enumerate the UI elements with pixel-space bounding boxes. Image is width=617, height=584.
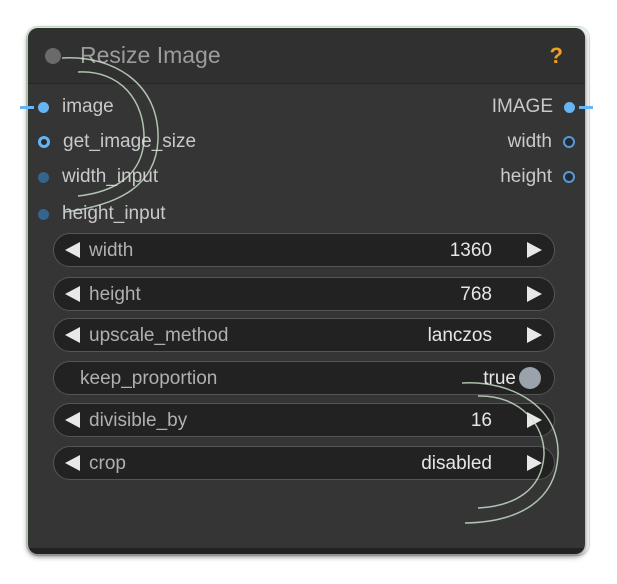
widget-divisible-by[interactable]: divisible_by 16: [53, 403, 555, 437]
input-slot-get-image-size[interactable]: get_image_size: [38, 128, 196, 156]
decrement-arrow-icon[interactable]: [65, 242, 80, 258]
output-slot-image[interactable]: IMAGE: [492, 93, 575, 121]
output-label: height: [500, 166, 552, 187]
output-connected-dot-icon[interactable]: [564, 101, 575, 113]
output-slot-width[interactable]: width: [508, 128, 575, 156]
widget-label: upscale_method: [89, 325, 229, 346]
input-dot-icon[interactable]: [38, 171, 49, 183]
widget-label: divisible_by: [89, 410, 188, 431]
previous-arrow-icon[interactable]: [65, 327, 80, 343]
resize-image-node[interactable]: Resize Image ? image get_image_size widt…: [28, 28, 585, 554]
decrement-arrow-icon[interactable]: [65, 412, 80, 428]
node-title-bar[interactable]: Resize Image ?: [28, 28, 585, 84]
decrement-arrow-icon[interactable]: [65, 286, 80, 302]
widget-width[interactable]: width 1360: [53, 233, 555, 267]
increment-arrow-icon[interactable]: [527, 286, 542, 302]
widget-height[interactable]: height 768: [53, 277, 555, 311]
widget-value[interactable]: 1360: [450, 240, 492, 262]
widget-label: crop: [89, 453, 126, 474]
toggle-knob-icon[interactable]: [519, 367, 541, 389]
increment-arrow-icon[interactable]: [527, 242, 542, 258]
widget-value[interactable]: true: [483, 368, 516, 390]
increment-arrow-icon[interactable]: [527, 412, 542, 428]
widget-value[interactable]: lanczos: [428, 325, 492, 347]
widget-label: height: [89, 284, 141, 305]
output-slot-height[interactable]: height: [500, 163, 575, 191]
widget-keep-proportion[interactable]: keep_proportion true: [53, 361, 555, 395]
input-connected-dot-icon[interactable]: [38, 101, 49, 113]
input-slot-width-input[interactable]: width_input: [38, 163, 158, 191]
widget-value[interactable]: 768: [460, 284, 492, 306]
output-dot-icon[interactable]: [563, 171, 575, 183]
output-label: IMAGE: [491, 96, 553, 117]
next-arrow-icon[interactable]: [527, 327, 542, 343]
node-title: Resize Image: [80, 42, 221, 68]
input-dot-icon[interactable]: [38, 208, 49, 220]
widget-label: width: [89, 240, 134, 261]
input-label: image: [62, 96, 114, 117]
output-dot-icon[interactable]: [563, 136, 575, 148]
input-slot-image[interactable]: image: [38, 93, 114, 121]
collapse-dot-icon[interactable]: [45, 48, 61, 64]
next-arrow-icon[interactable]: [527, 455, 542, 471]
output-link-wire: [579, 106, 593, 109]
widget-value[interactable]: disabled: [421, 453, 492, 475]
input-label: height_input: [62, 203, 166, 224]
node-bottom-edge: [28, 548, 585, 554]
output-label: width: [507, 131, 552, 152]
input-link-wire: [20, 106, 34, 109]
input-label: get_image_size: [63, 131, 197, 152]
widget-label: keep_proportion: [80, 368, 218, 389]
widget-upscale-method[interactable]: upscale_method lanczos: [53, 318, 555, 352]
widget-crop[interactable]: crop disabled: [53, 446, 555, 480]
previous-arrow-icon[interactable]: [65, 455, 80, 471]
input-ring-dot-icon[interactable]: [38, 136, 50, 148]
widget-value[interactable]: 16: [471, 410, 492, 432]
help-icon[interactable]: ?: [550, 43, 563, 69]
input-slot-height-input[interactable]: height_input: [38, 200, 166, 228]
input-label: width_input: [62, 166, 159, 187]
